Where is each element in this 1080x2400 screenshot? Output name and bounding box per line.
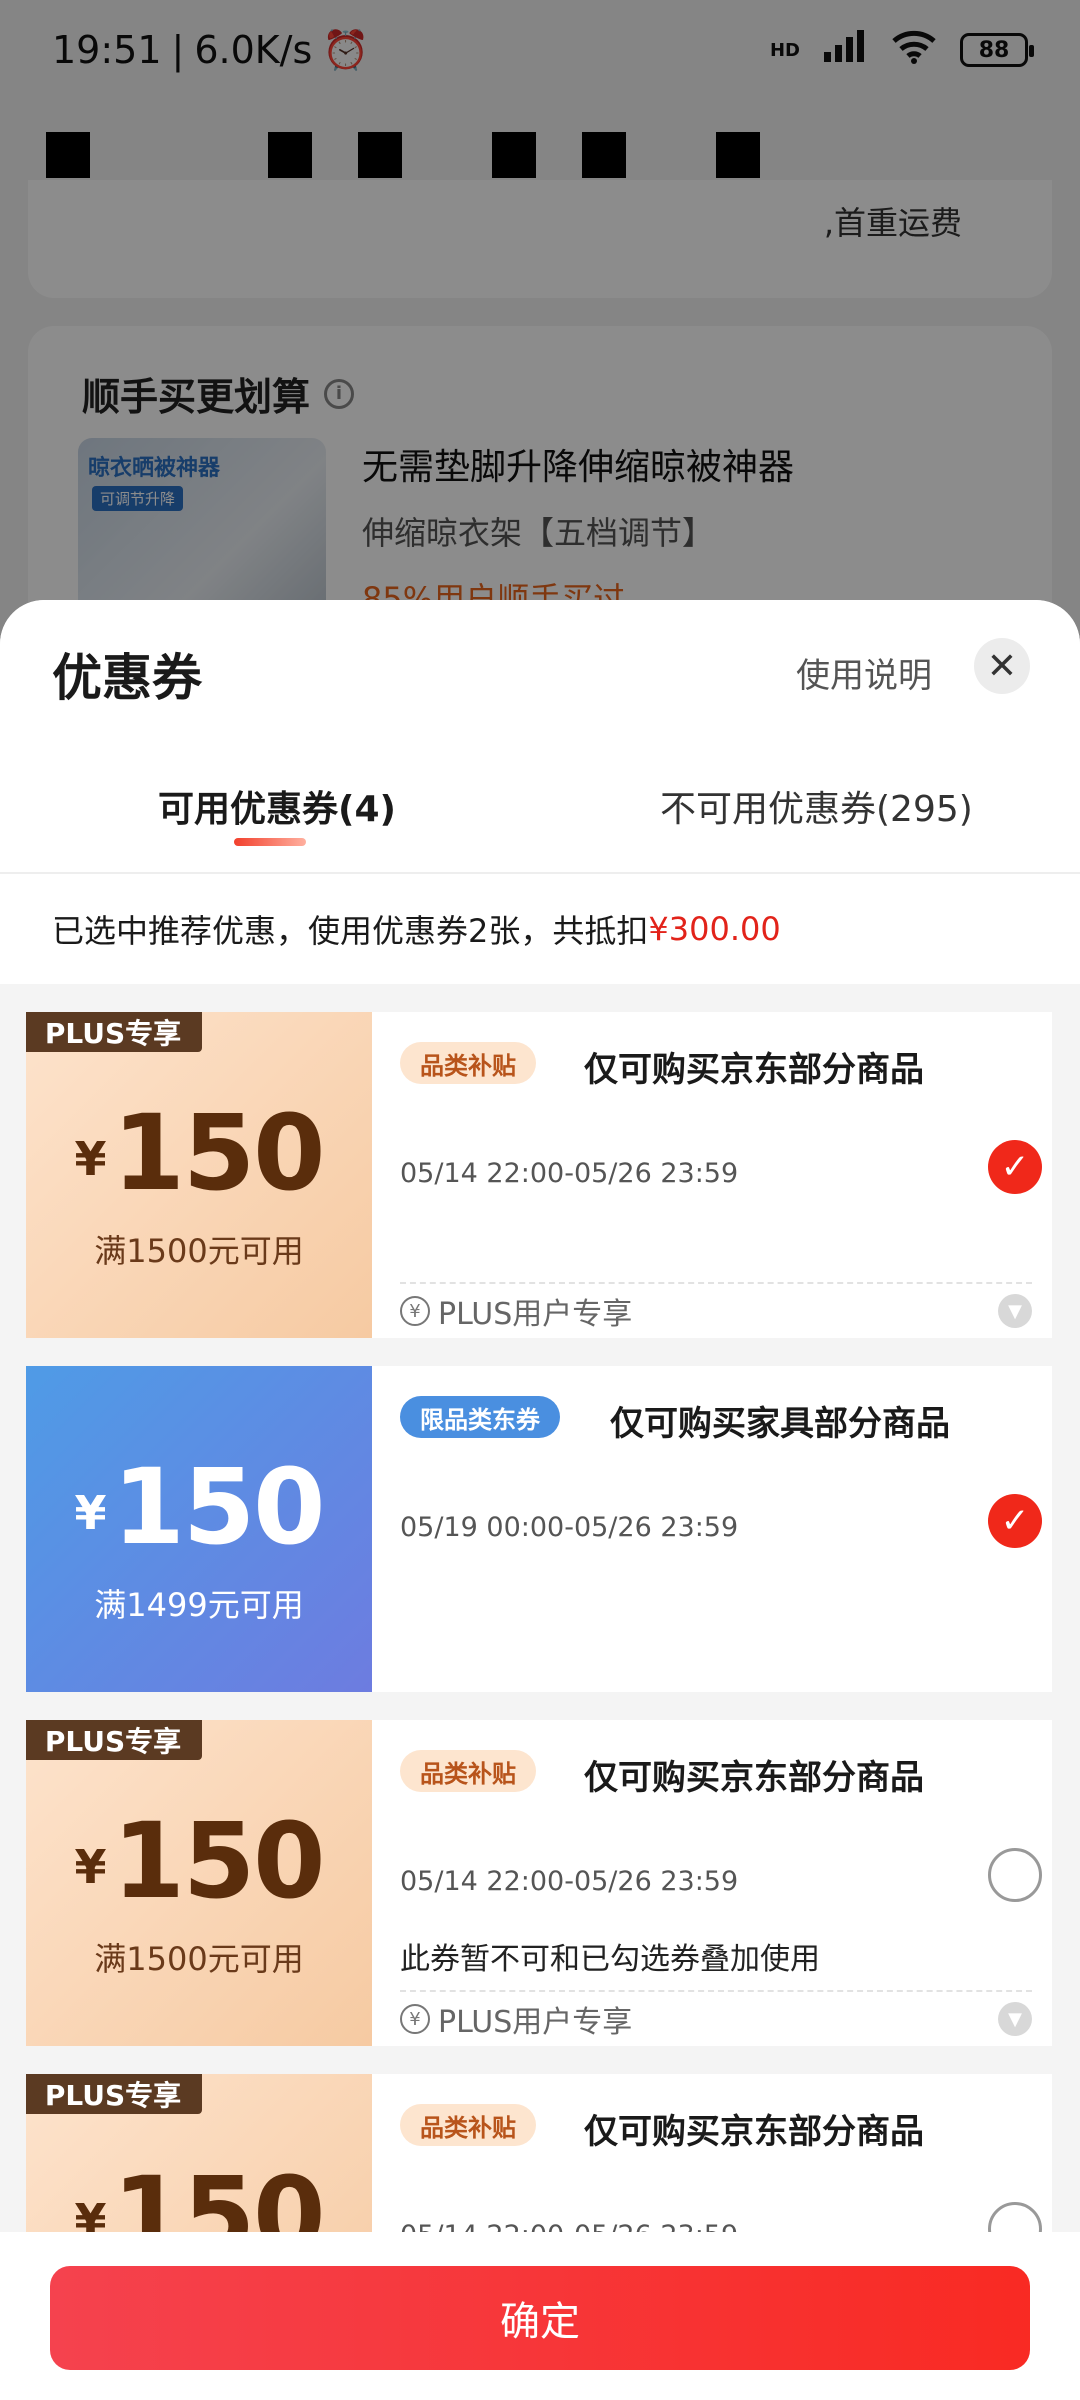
coupon-tag: 品类补贴 xyxy=(400,1042,536,1084)
coupon-value: ¥150 xyxy=(74,1092,325,1214)
coupon-tag: 限品类东券 xyxy=(400,1396,560,1438)
coupon-body: 品类补贴 仅可购买京东部分商品 05/14 22:00-05/26 23:59 … xyxy=(372,1720,1052,2046)
dim-overlay[interactable] xyxy=(0,0,1080,640)
plus-tag: PLUS专享 xyxy=(26,2074,202,2114)
discount-amount: ¥300.00 xyxy=(648,910,781,948)
coupon-title: 仅可购买家具部分商品 xyxy=(610,1404,950,1444)
tab-available[interactable]: 可用优惠券(4) xyxy=(158,780,396,832)
coupon-title: 仅可购买京东部分商品 xyxy=(584,1758,924,1798)
coupon-checkbox[interactable]: ✓ xyxy=(988,1494,1042,1548)
checkmark-icon: ✓ xyxy=(1000,1501,1030,1541)
selection-summary: 已选中推荐优惠，使用优惠券2张，共抵扣 ¥300.00 xyxy=(0,874,1080,984)
yen-icon: ¥ xyxy=(400,1296,430,1326)
coupon-date: 05/19 00:00-05/26 23:59 xyxy=(400,1512,739,1543)
coupon-condition: 满1500元可用 xyxy=(94,1940,304,1978)
coupon-card[interactable]: ¥150 满1499元可用 限品类东券 仅可购买家具部分商品 05/19 00:… xyxy=(26,1366,1052,1692)
sheet-header: 优惠券 使用说明 ✕ 可用优惠券(4) 不可用优惠券(295) xyxy=(0,600,1080,880)
coupon-note: 此券暂不可和已勾选券叠加使用 xyxy=(400,1942,820,1977)
coupon-date: 05/14 22:00-05/26 23:59 xyxy=(400,1866,739,1897)
tab-unavailable[interactable]: 不可用优惠券(295) xyxy=(660,780,973,832)
coupon-sheet: 优惠券 使用说明 ✕ 可用优惠券(4) 不可用优惠券(295) 已选中推荐优惠，… xyxy=(0,600,1080,2400)
yen-icon: ¥ xyxy=(400,2004,430,2034)
coupon-value: ¥150 xyxy=(74,1446,325,1568)
usage-instructions-link[interactable]: 使用说明 xyxy=(796,648,932,697)
coupon-stub: ¥150 满1499元可用 xyxy=(26,1366,372,1692)
coupon-condition: 满1499元可用 xyxy=(94,1586,304,1624)
coupon-tag: 品类补贴 xyxy=(400,2104,536,2146)
sheet-title: 优惠券 xyxy=(52,649,202,707)
coupon-footer[interactable]: ¥ PLUS用户专享 ▼ xyxy=(400,1990,1032,2046)
coupon-stub: PLUS专享 ¥150 满1500元可用 xyxy=(26,1012,372,1338)
coupon-body: 品类补贴 仅可购买京东部分商品 05/14 22:00-05/26 23:59 … xyxy=(372,1012,1052,1338)
confirm-button[interactable]: 确定 xyxy=(50,2266,1030,2370)
plus-tag: PLUS专享 xyxy=(26,1012,202,1052)
coupon-date: 05/14 22:00-05/26 23:59 xyxy=(400,1158,739,1189)
bottom-bar: 确定 xyxy=(0,2232,1080,2400)
plus-tag: PLUS专享 xyxy=(26,1720,202,1760)
coupon-checkbox[interactable] xyxy=(988,1848,1042,1902)
coupon-condition: 满1500元可用 xyxy=(94,1232,304,1270)
coupon-checkbox[interactable]: ✓ xyxy=(988,1140,1042,1194)
coupon-footer[interactable]: ¥ PLUS用户专享 ▼ xyxy=(400,1282,1032,1338)
tab-indicator xyxy=(234,838,306,846)
coupon-tag: 品类补贴 xyxy=(400,1750,536,1792)
coupon-title: 仅可购买京东部分商品 xyxy=(584,2112,924,2152)
coupon-title: 仅可购买京东部分商品 xyxy=(584,1050,924,1090)
coupon-stub: PLUS专享 ¥150 满1500元可用 xyxy=(26,1720,372,2046)
close-icon: ✕ xyxy=(986,645,1018,687)
coupon-card[interactable]: PLUS专享 ¥150 满1500元可用 品类补贴 仅可购买京东部分商品 05/… xyxy=(26,1012,1052,1338)
coupon-body: 限品类东券 仅可购买家具部分商品 05/19 00:00-05/26 23:59… xyxy=(372,1366,1052,1692)
checkmark-icon: ✓ xyxy=(1000,1147,1030,1187)
chevron-down-icon[interactable]: ▼ xyxy=(998,2002,1032,2036)
chevron-down-icon[interactable]: ▼ xyxy=(998,1294,1032,1328)
coupon-card[interactable]: PLUS专享 ¥150 满1500元可用 品类补贴 仅可购买京东部分商品 05/… xyxy=(26,1720,1052,2046)
coupon-value: ¥150 xyxy=(74,1800,325,1922)
close-button[interactable]: ✕ xyxy=(974,638,1030,694)
